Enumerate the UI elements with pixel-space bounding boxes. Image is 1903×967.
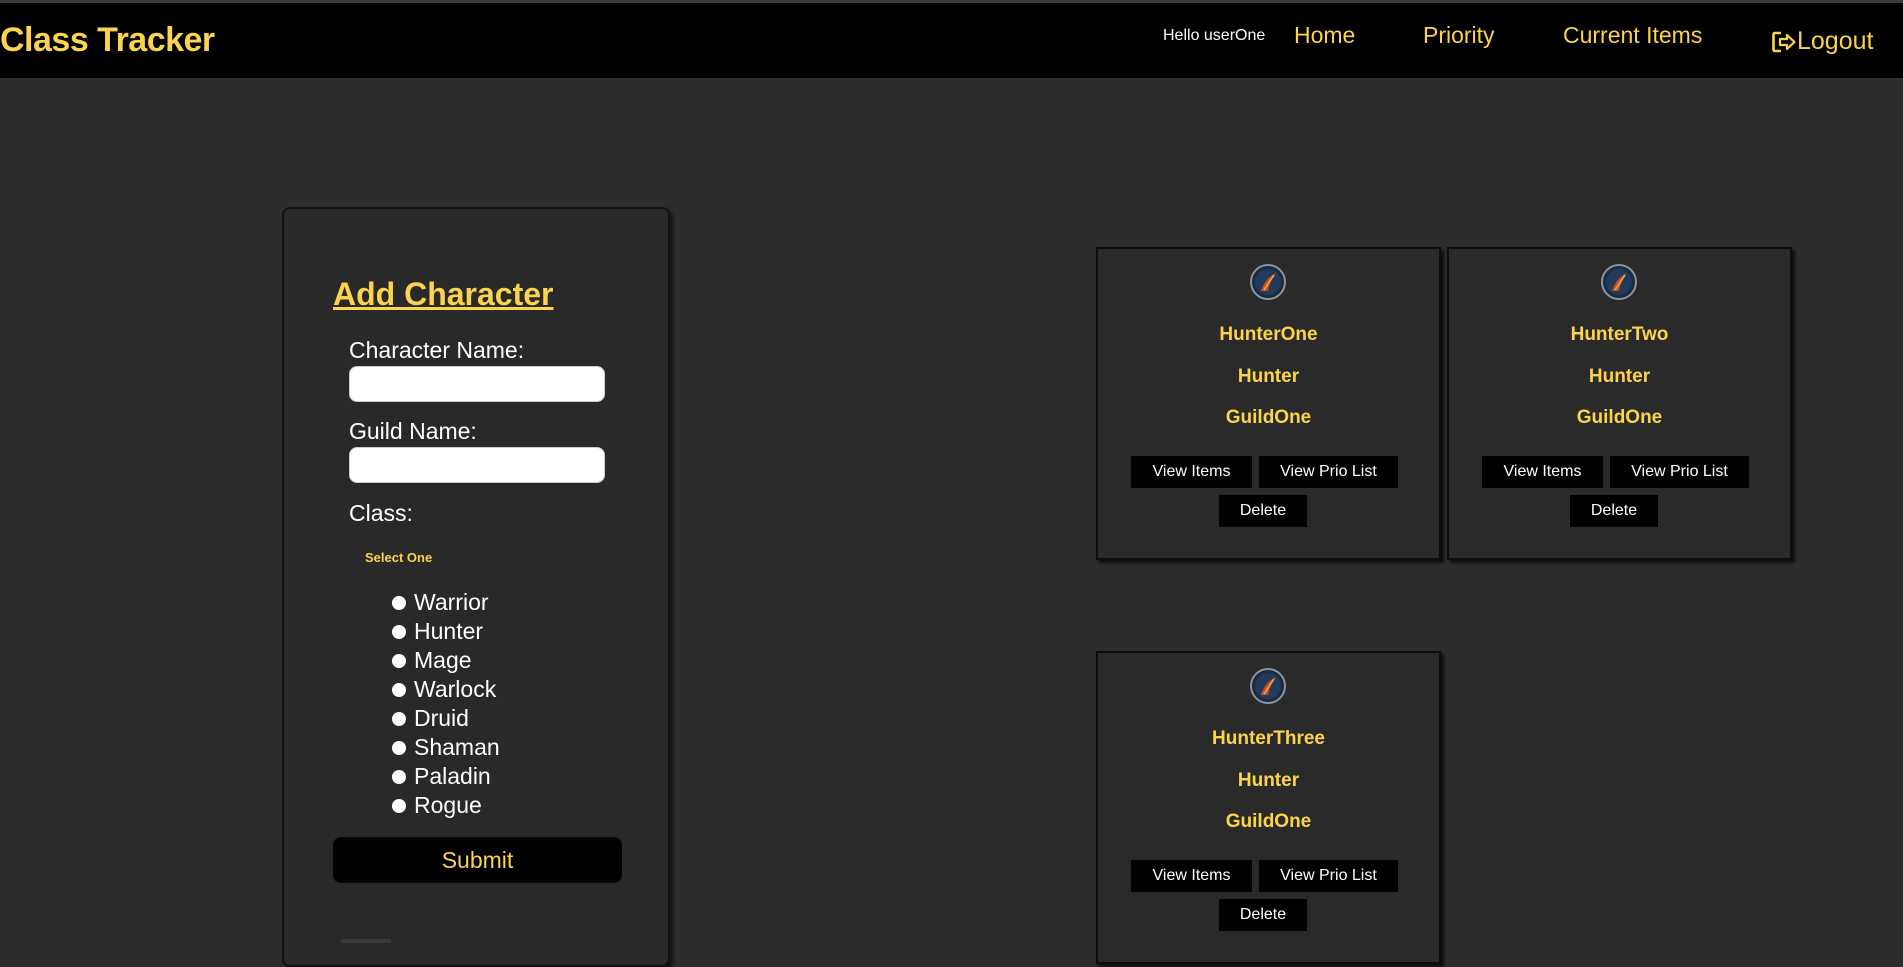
character-guild: GuildOne <box>1576 407 1663 428</box>
class-option-label: Rogue <box>414 792 482 818</box>
nav-link-home[interactable]: Home <box>1294 22 1355 49</box>
class-option-hunter[interactable]: Hunter <box>392 617 500 646</box>
class-option-label: Warrior <box>414 589 489 615</box>
view-prio-list-button[interactable]: View Prio List <box>1259 860 1398 892</box>
character-card: HunterTwo Hunter GuildOne View Items Vie… <box>1447 247 1792 560</box>
class-option-label: Shaman <box>414 734 500 760</box>
add-character-title: Add Character <box>333 276 554 312</box>
character-name: HunterThree <box>1212 728 1325 749</box>
nav-link-priority[interactable]: Priority <box>1423 22 1495 49</box>
class-label: Class: <box>349 500 413 526</box>
character-card: HunterOne Hunter GuildOne View Items Vie… <box>1096 247 1441 560</box>
hunter-class-icon <box>1601 264 1637 300</box>
radio-button[interactable] <box>392 682 406 697</box>
view-items-button[interactable]: View Items <box>1131 456 1252 488</box>
class-option-druid[interactable]: Druid <box>392 704 500 733</box>
class-option-label: Druid <box>414 705 469 731</box>
hunter-class-icon <box>1250 668 1286 704</box>
character-name-label: Character Name: <box>349 337 525 363</box>
character-card: HunterThree Hunter GuildOne View Items V… <box>1096 651 1441 964</box>
class-option-paladin[interactable]: Paladin <box>392 762 500 791</box>
logout-button[interactable]: Logout <box>1772 27 1873 56</box>
navbar: Class Tracker Hello userOne Home Priorit… <box>0 3 1903 78</box>
view-prio-list-button[interactable]: View Prio List <box>1610 456 1749 488</box>
character-guild: GuildOne <box>1225 811 1312 832</box>
radio-button[interactable] <box>392 740 406 755</box>
class-option-rogue[interactable]: Rogue <box>392 791 500 820</box>
character-class: Hunter <box>1588 366 1651 387</box>
class-option-warlock[interactable]: Warlock <box>392 675 500 704</box>
character-class: Hunter <box>1237 366 1300 387</box>
view-items-button[interactable]: View Items <box>1482 456 1603 488</box>
class-option-warrior[interactable]: Warrior <box>392 588 500 617</box>
character-name: HunterOne <box>1219 324 1318 345</box>
hunter-class-icon <box>1250 264 1286 300</box>
radio-button[interactable] <box>392 624 406 639</box>
radio-button[interactable] <box>392 595 406 610</box>
logout-label: Logout <box>1797 27 1874 55</box>
delete-button[interactable]: Delete <box>1219 899 1307 931</box>
sign-out-icon <box>1772 31 1796 52</box>
radio-button[interactable] <box>392 798 406 813</box>
character-guild: GuildOne <box>1225 407 1312 428</box>
radio-button[interactable] <box>392 769 406 784</box>
class-radio-group: Warrior Hunter Mage Warlock Druid Shaman… <box>392 588 500 820</box>
panel-footer-stub <box>341 939 391 943</box>
view-prio-list-button[interactable]: View Prio List <box>1259 456 1398 488</box>
delete-button[interactable]: Delete <box>1219 495 1307 527</box>
class-option-shaman[interactable]: Shaman <box>392 733 500 762</box>
class-option-label: Paladin <box>414 763 491 789</box>
class-option-label: Mage <box>414 647 472 673</box>
delete-button[interactable]: Delete <box>1570 495 1658 527</box>
guild-name-input[interactable] <box>349 447 605 483</box>
radio-button[interactable] <box>392 711 406 726</box>
user-greeting: Hello userOne <box>1163 27 1266 44</box>
select-one-hint: Select One <box>365 550 433 565</box>
character-name-input[interactable] <box>349 366 605 402</box>
class-option-label: Warlock <box>414 676 497 702</box>
radio-button[interactable] <box>392 653 406 668</box>
class-option-mage[interactable]: Mage <box>392 646 500 675</box>
view-items-button[interactable]: View Items <box>1131 860 1252 892</box>
character-class: Hunter <box>1237 770 1300 791</box>
submit-button[interactable]: Submit <box>333 837 622 883</box>
brand-title[interactable]: Class Tracker <box>0 21 215 60</box>
add-character-panel: Add Character Character Name: Guild Name… <box>282 207 670 967</box>
class-option-label: Hunter <box>414 618 484 644</box>
nav-link-current-items[interactable]: Current Items <box>1563 22 1702 49</box>
character-name: HunterTwo <box>1570 324 1669 345</box>
guild-name-label: Guild Name: <box>349 418 477 444</box>
